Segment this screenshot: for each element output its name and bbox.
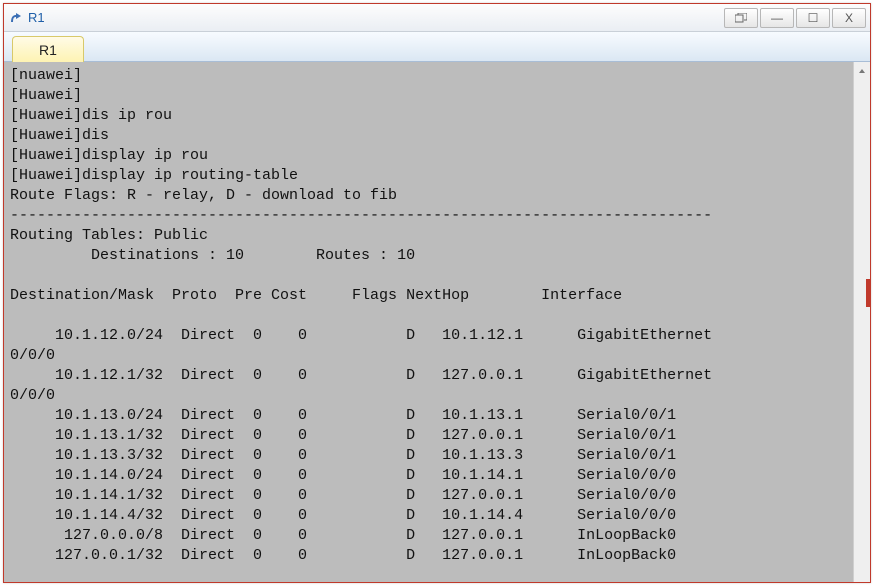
scroll-marker	[866, 279, 870, 307]
vertical-scrollbar[interactable]	[853, 62, 870, 582]
window-title: R1	[28, 10, 722, 25]
terminal-area: [nuawei] [Huawei] [Huawei]dis ip rou [Hu…	[4, 62, 870, 582]
tab-r1[interactable]: R1	[12, 36, 84, 62]
close-button[interactable]: X	[832, 8, 866, 28]
title-bar[interactable]: R1 — ☐ X	[4, 4, 870, 32]
maximize-button[interactable]: ☐	[796, 8, 830, 28]
minimize-button[interactable]: —	[760, 8, 794, 28]
popout-button[interactable]	[724, 8, 758, 28]
tab-bar: R1	[4, 32, 870, 62]
app-icon	[8, 10, 24, 26]
scroll-up-button[interactable]	[854, 62, 870, 79]
window-controls: — ☐ X	[722, 8, 866, 28]
scroll-track[interactable]	[854, 79, 870, 582]
app-window: R1 — ☐ X R1 [nuawei] [Huawei] [Huawei]di…	[3, 3, 871, 583]
terminal-output[interactable]: [nuawei] [Huawei] [Huawei]dis ip rou [Hu…	[4, 62, 852, 582]
